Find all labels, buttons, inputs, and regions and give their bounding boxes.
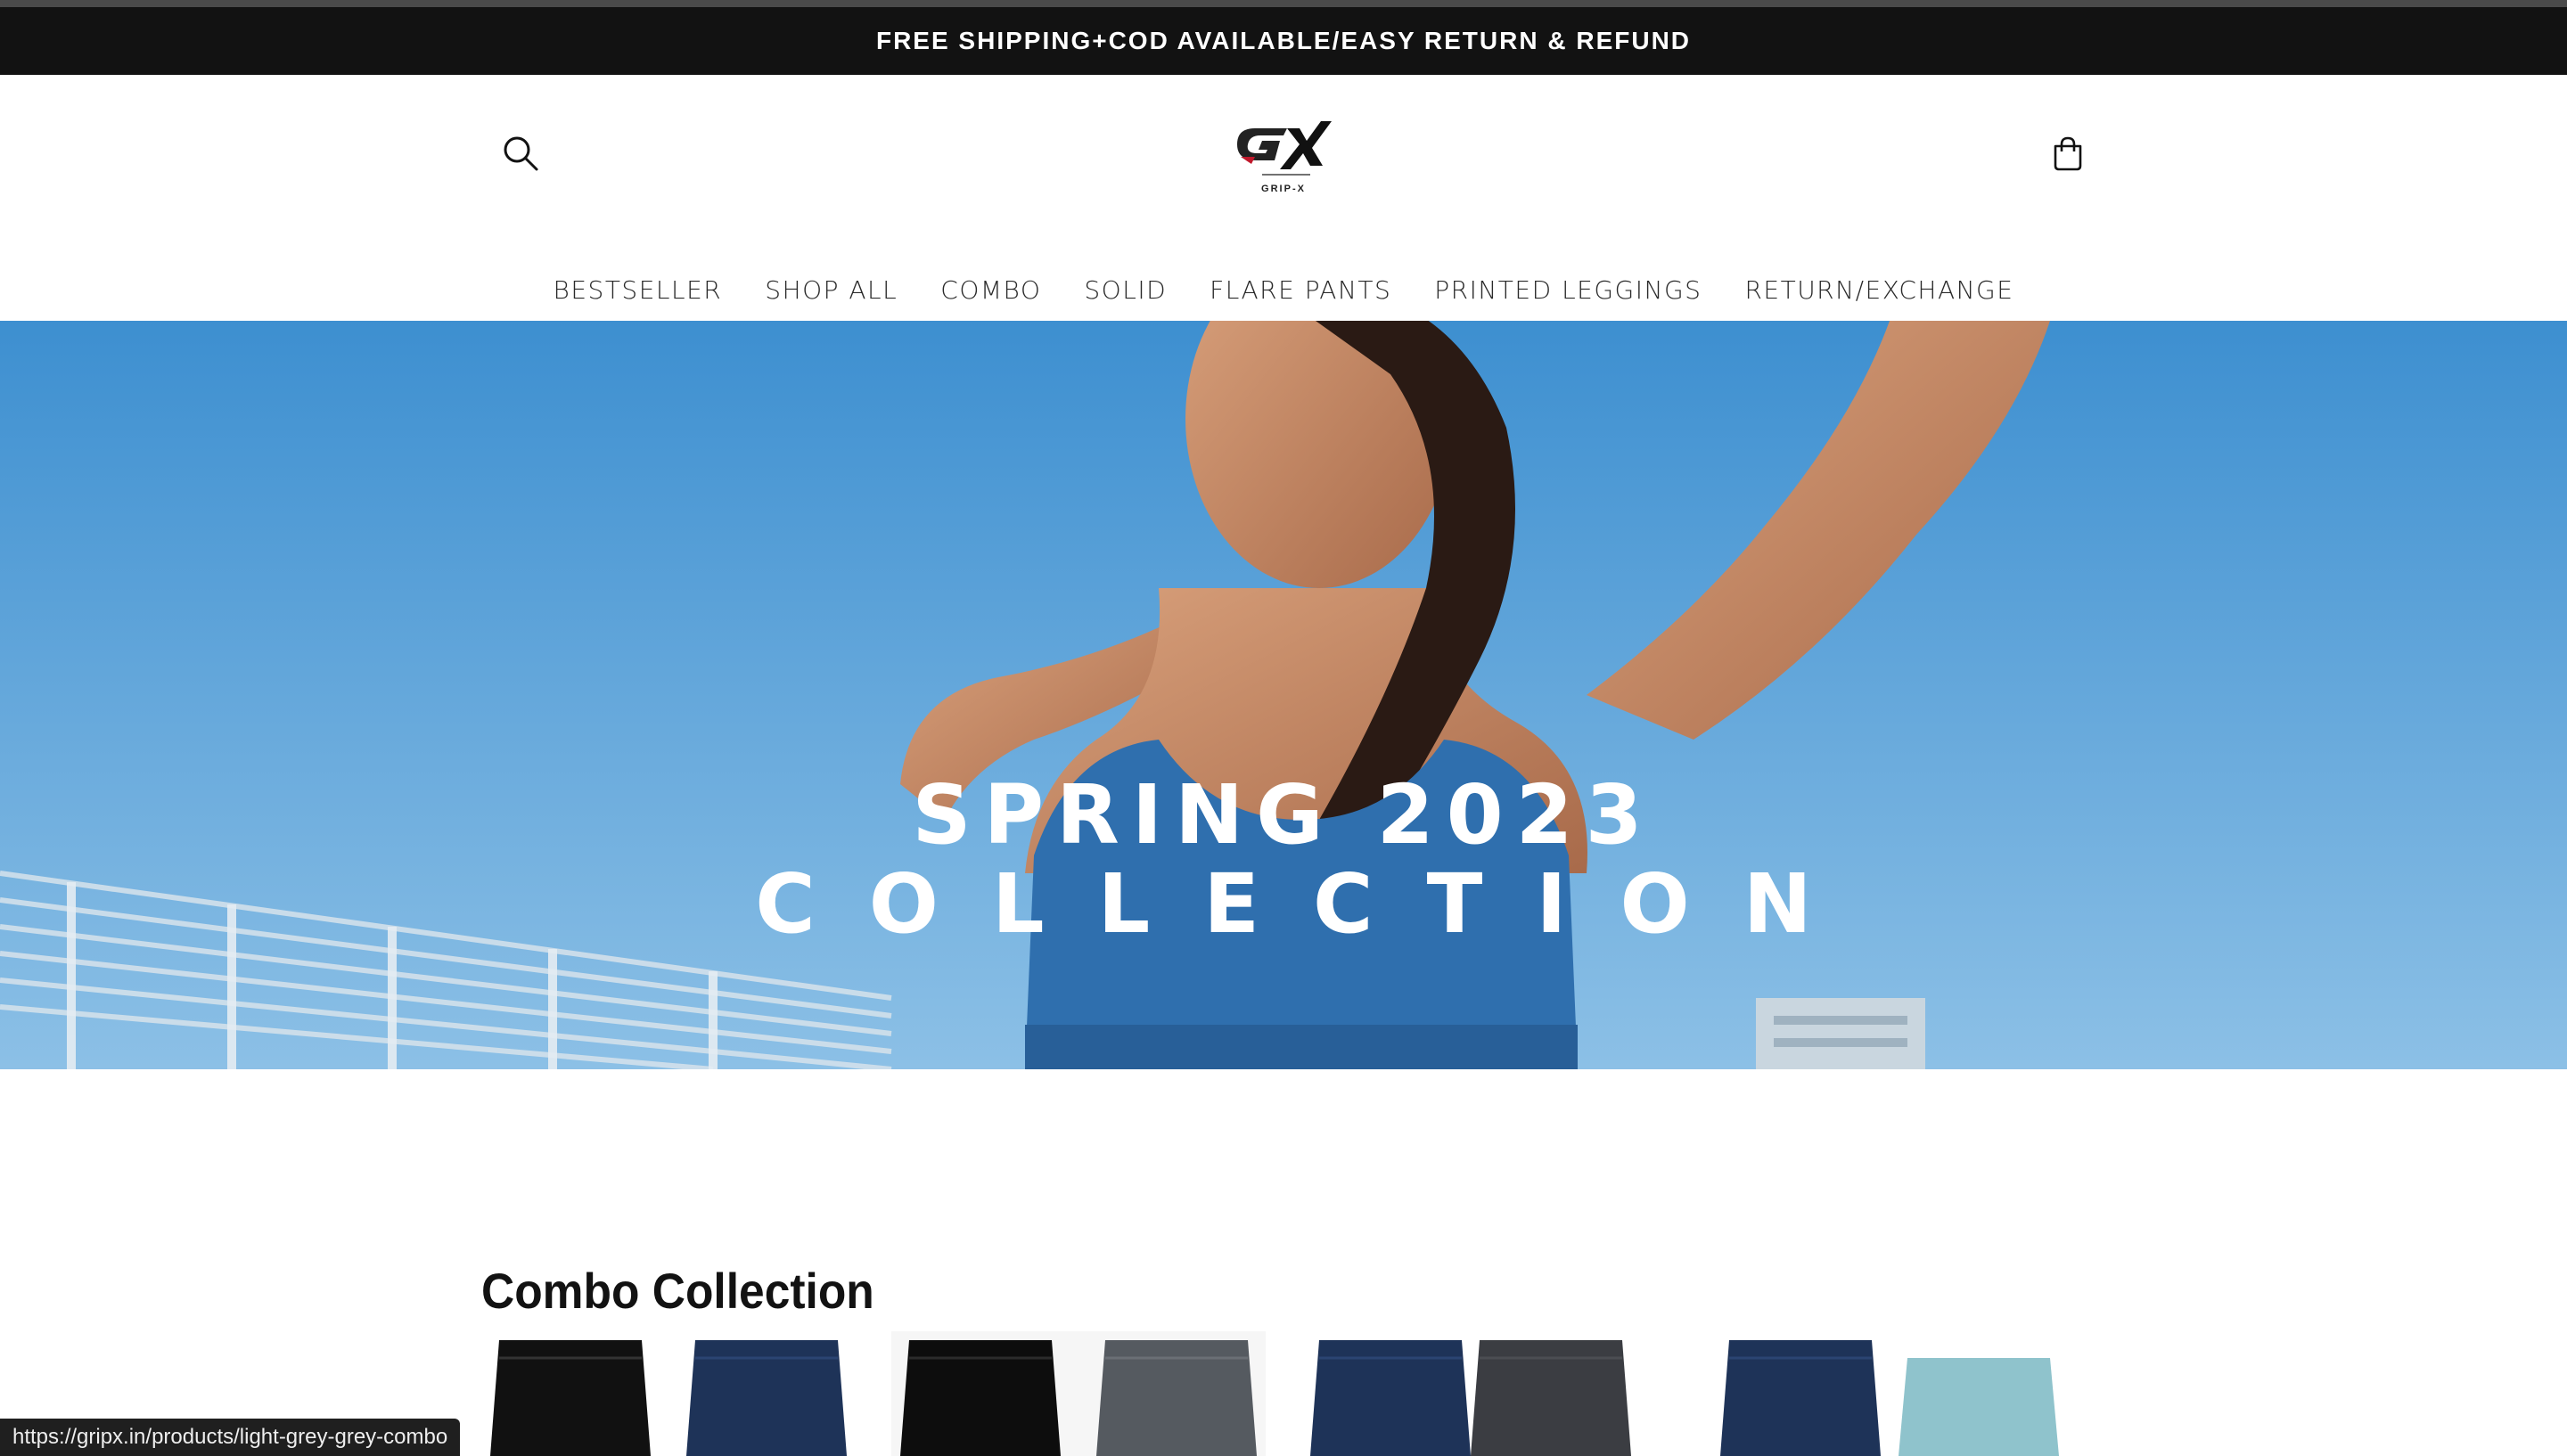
announcement-bar: FREE SHIPPING+COD AVAILABLE/EASY RETURN …: [0, 7, 2567, 75]
hero-image: [0, 321, 2567, 1069]
product-image: [1720, 1340, 2059, 1456]
hero-headline: SPRING 2023 COLLECTION: [0, 771, 2567, 949]
hero-line-1: SPRING 2023: [912, 767, 1655, 863]
hero-banner[interactable]: SPRING 2023 COLLECTION: [0, 321, 2567, 1069]
product-grid: [481, 1331, 2086, 1456]
nav-flare-pants[interactable]: FLARE PANTS: [1210, 264, 1391, 317]
nav-bestseller[interactable]: BESTSELLER: [554, 264, 723, 317]
hero-line-2: COLLECTION: [755, 856, 1866, 952]
nav-solid[interactable]: SOLID: [1084, 264, 1167, 317]
announcement-text: FREE SHIPPING+COD AVAILABLE/EASY RETURN …: [875, 27, 1692, 54]
nav-shop-all[interactable]: SHOP ALL: [765, 264, 898, 317]
product-image: [1310, 1340, 1631, 1456]
nav-return-exchange[interactable]: RETURN/EXCHANGE: [1744, 264, 2013, 317]
brand-logo[interactable]: GRIP-X: [1228, 102, 1339, 200]
product-card[interactable]: [1301, 1331, 1676, 1456]
section-title: Combo Collection: [481, 1263, 874, 1320]
main-navigation: BESTSELLER SHOP ALL COMBO SOLID FLARE PA…: [0, 264, 2567, 317]
product-image: [891, 1331, 1266, 1456]
product-image: [490, 1340, 847, 1456]
product-card[interactable]: [481, 1331, 856, 1456]
cart-button[interactable]: [2041, 127, 2095, 180]
site-header: GRIP-X BESTSELLER SHOP ALL COMBO SOLID F…: [0, 75, 2567, 321]
nav-combo[interactable]: COMBO: [940, 264, 1041, 317]
product-card[interactable]: [1711, 1331, 2086, 1456]
logo-subtitle: GRIP-X: [1261, 184, 1306, 194]
browser-top-strip: [0, 0, 2567, 7]
cart-icon: [2054, 136, 2082, 171]
search-icon: [504, 136, 538, 171]
logo-mark: [1237, 121, 1332, 176]
product-card[interactable]: [891, 1331, 1266, 1456]
search-button[interactable]: [494, 127, 547, 180]
link-status-bar: https://gripx.in/products/light-grey-gre…: [0, 1419, 461, 1456]
nav-printed-leggings[interactable]: PRINTED LEGGINGS: [1434, 264, 1702, 317]
